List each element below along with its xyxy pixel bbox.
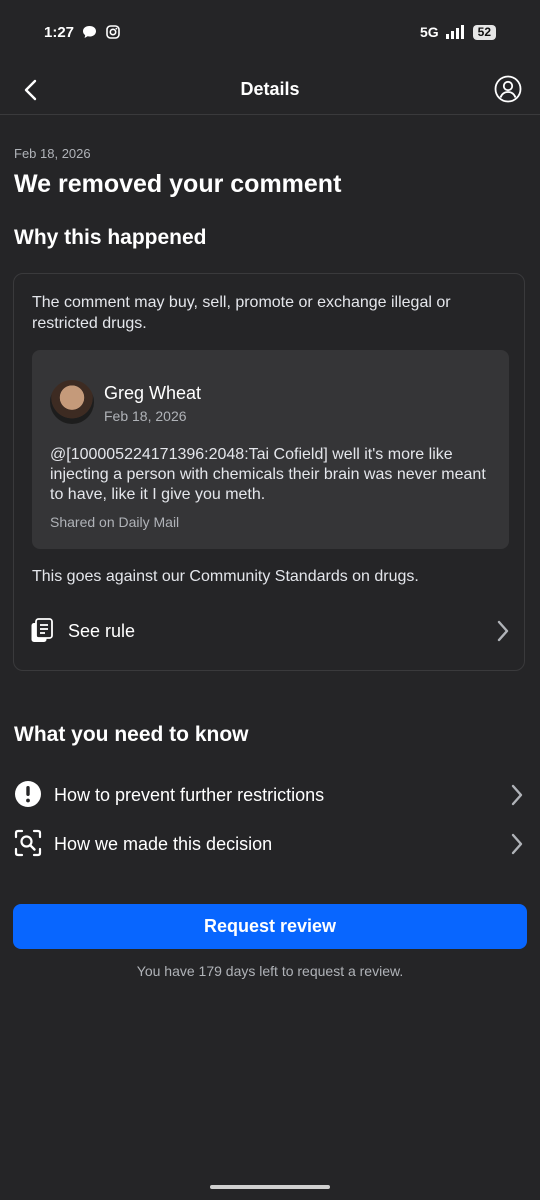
know-item-label: How we made this decision [54, 834, 273, 854]
page-title: We removed your comment [14, 170, 342, 198]
home-indicator[interactable] [210, 1185, 330, 1189]
rule-book-icon [31, 618, 53, 642]
why-heading: Why this happened [14, 226, 207, 249]
chevron-right-icon [511, 833, 523, 855]
scan-search-icon [14, 829, 42, 857]
see-rule-button[interactable]: See rule [28, 610, 512, 650]
avatar [50, 380, 94, 424]
chevron-right-icon [511, 784, 523, 806]
prevent-restrictions-item[interactable]: How to prevent further restrictions [14, 774, 526, 816]
header: Details [0, 64, 540, 115]
request-review-button[interactable]: Request review [13, 904, 527, 949]
page-header-title: Details [240, 79, 300, 99]
review-deadline-note: You have 179 days left to request a revi… [136, 963, 404, 979]
status-time: 1:27 [44, 24, 75, 41]
know-heading: What you need to know [14, 723, 249, 746]
notice-date: Feb 18, 2026 [14, 146, 91, 161]
chat-bubble-icon [83, 26, 96, 38]
reason-card: The comment may buy, sell, promote or ex… [13, 273, 525, 671]
signal-icon [445, 25, 464, 39]
know-item-label: How to prevent further restrictions [54, 785, 325, 805]
network-label: 5G [419, 24, 439, 40]
battery-icon: 52 [472, 24, 496, 40]
removed-comment: Greg Wheat Feb 18, 2026 @[10000522417139… [32, 350, 509, 549]
comment-source: Shared on Daily Mail [50, 514, 180, 530]
profile-icon[interactable] [494, 75, 522, 103]
standards-text: This goes against our Community Standard… [32, 568, 419, 585]
decision-info-item[interactable]: How we made this decision [14, 823, 526, 865]
chevron-right-icon [497, 620, 509, 642]
comment-text: @[100005224171396:2048:Tai Cofield] well… [50, 446, 486, 503]
see-rule-label: See rule [68, 621, 136, 641]
comment-date: Feb 18, 2026 [104, 408, 187, 424]
status-indicators: 5G 52 [420, 24, 496, 40]
status-bar: 1:27 5G 52 [0, 0, 540, 64]
instagram-icon [106, 25, 120, 39]
comment-author: Greg Wheat [104, 383, 202, 403]
reason-text: The comment may buy, sell, promote or ex… [32, 294, 451, 332]
exclamation-circle-icon [15, 781, 41, 807]
